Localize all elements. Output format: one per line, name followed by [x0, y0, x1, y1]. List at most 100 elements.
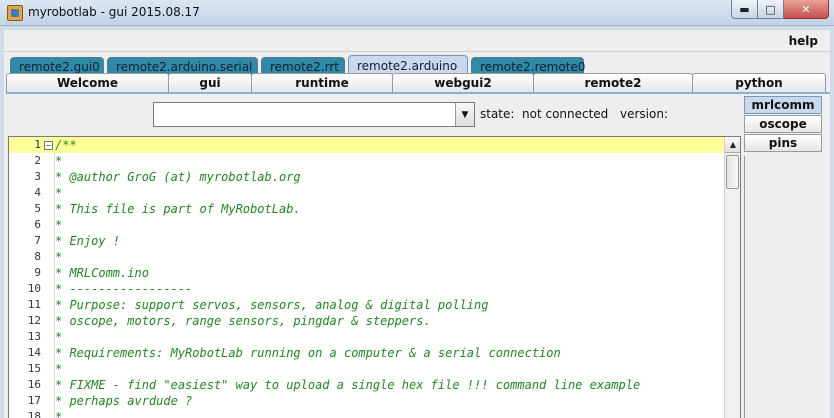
fold-toggle-icon[interactable]: −	[44, 141, 53, 150]
code-text: *	[55, 330, 63, 344]
code-line: 7 * Enjoy !	[9, 233, 725, 249]
line-number: 6	[34, 218, 41, 231]
side-tab-label: mrlcomm	[751, 98, 815, 112]
code-text: * This file is part of MyRobotLab.	[55, 202, 301, 216]
code-line: 13 *	[9, 329, 725, 345]
code-line: 15 *	[9, 361, 725, 377]
line-number: 5	[34, 202, 41, 215]
code-line: 18 *	[9, 409, 725, 418]
sub-tab-label: runtime	[295, 76, 349, 90]
window-title: myrobotlab - gui 2015.08.17	[28, 5, 200, 19]
service-tab-label: remote2.arduino.serial	[116, 59, 253, 74]
side-tabs: mrlcomm oscope pins	[744, 96, 822, 153]
line-number: 12	[27, 314, 41, 327]
state-value: not connected	[522, 107, 609, 121]
arduino-panel: ▼ state: not connected version: 1−/** 2 * 3…	[6, 92, 830, 418]
service-tab-label: remote2.remote0	[480, 59, 586, 74]
service-tabs: remote2.gui0 remote2.arduino.serial remote…	[10, 55, 587, 75]
code-line: 2 *	[9, 153, 725, 169]
code-line: 16 * FIXME - find "easiest" way to upload…	[9, 377, 725, 393]
editor-scrollbar[interactable]: ▲	[724, 137, 740, 418]
line-number: 10	[27, 282, 41, 295]
line-number: 15	[27, 362, 41, 375]
main-panel: remote2.gui0 remote2.arduino.serial remote…	[4, 52, 830, 418]
serial-port-select[interactable]: ▼	[153, 102, 475, 127]
sub-tab[interactable]: webgui2	[392, 73, 534, 92]
code-line: 14 * Requirements: MyRobotLab running on …	[9, 345, 725, 361]
window-controls: ▬ □ ✕	[731, 0, 829, 19]
code-text: *	[55, 250, 63, 264]
line-number: 9	[34, 266, 41, 279]
code-line: 17 * perhaps avrdude ?	[9, 393, 725, 409]
code-text: * MRLComm.ino	[55, 266, 149, 280]
code-text: * Enjoy !	[55, 234, 121, 248]
minimize-icon: ▬	[739, 2, 750, 16]
sub-tab-label: remote2	[584, 76, 642, 90]
close-icon: ✕	[801, 2, 811, 16]
sub-tab[interactable]: gui	[168, 73, 252, 92]
sub-tab[interactable]: Welcome	[6, 73, 169, 92]
scroll-thumb[interactable]	[726, 155, 739, 189]
service-tab-label: remote2.rrt	[270, 59, 339, 74]
side-divider	[744, 156, 745, 418]
code-text: * -----------------	[55, 282, 193, 296]
sub-tab[interactable]: remote2	[533, 73, 693, 92]
code-text: *	[55, 154, 63, 168]
side-tab[interactable]: pins	[744, 134, 822, 152]
chevron-up-icon: ▲	[729, 140, 737, 149]
line-number: 14	[27, 346, 41, 359]
code-line: 8 *	[9, 249, 725, 265]
code-text: *	[55, 410, 63, 418]
code-line: 1−/**	[9, 137, 725, 153]
scroll-up-button[interactable]: ▲	[725, 137, 740, 153]
line-number: 8	[34, 250, 41, 263]
sub-tab-label: python	[735, 76, 783, 90]
code-line: 11 * Purpose: support servos, sensors, an…	[9, 297, 725, 313]
minimize-button[interactable]: ▬	[731, 0, 758, 19]
maximize-button[interactable]: □	[758, 0, 784, 19]
line-number: 1	[34, 138, 41, 151]
code-text: * Requirements: MyRobotLab running on a …	[55, 346, 561, 360]
sub-tab-label: gui	[199, 76, 221, 90]
service-tab-label: remote2.gui0	[19, 59, 100, 74]
line-number: 18	[27, 410, 41, 418]
title-bar[interactable]: myrobotlab - gui 2015.08.17 ▬ □ ✕	[0, 0, 834, 26]
help-menu[interactable]: help	[789, 34, 818, 48]
line-number: 4	[34, 186, 41, 199]
line-number: 7	[34, 234, 41, 247]
sub-tab-label: Welcome	[56, 76, 119, 90]
side-tab-label: oscope	[759, 117, 807, 131]
code-text: *	[55, 362, 63, 376]
side-tab[interactable]: mrlcomm	[744, 96, 822, 114]
code-lines[interactable]: 1−/** 2 * 3 * @author GroG (at) myrobotlab.o…	[9, 137, 725, 418]
app-icon	[7, 5, 23, 21]
code-text: * oscope, motors, range sensors, pingdar…	[55, 314, 431, 328]
service-tab[interactable]: remote2.arduino	[348, 55, 468, 75]
service-tab-label: remote2.arduino	[357, 58, 458, 73]
state-label: state:	[480, 107, 515, 121]
code-line: 12 * oscope, motors, range sensors, pingd…	[9, 313, 725, 329]
menu-bar: help	[4, 30, 830, 52]
line-number: 13	[27, 330, 41, 343]
sub-tab-label: webgui2	[434, 76, 492, 90]
code-text: /**	[55, 138, 77, 152]
line-number: 17	[27, 394, 41, 407]
sub-tab[interactable]: runtime	[251, 73, 393, 92]
close-button[interactable]: ✕	[784, 0, 829, 19]
line-number: 11	[27, 298, 41, 311]
side-tab[interactable]: oscope	[744, 115, 822, 133]
code-text: *	[55, 186, 63, 200]
sub-tab[interactable]: python	[692, 73, 826, 92]
line-number: 16	[27, 378, 41, 391]
version-label: version:	[620, 107, 668, 121]
code-editor[interactable]: 1−/** 2 * 3 * @author GroG (at) myrobotlab.o…	[8, 136, 741, 418]
code-line: 5 * This file is part of MyRobotLab.	[9, 201, 725, 217]
code-text: * FIXME - find "easiest" way to upload a…	[55, 378, 641, 392]
code-text: * @author GroG (at) myrobotlab.org	[55, 170, 301, 184]
code-text: * Purpose: support servos, sensors, anal…	[55, 298, 489, 312]
code-text: *	[55, 218, 63, 232]
side-tab-label: pins	[768, 136, 798, 150]
line-number: 3	[34, 170, 41, 183]
dropdown-arrow-button[interactable]: ▼	[455, 103, 474, 126]
sub-tabs: Welcome gui runtime webgui2 remote2 python	[6, 73, 830, 93]
